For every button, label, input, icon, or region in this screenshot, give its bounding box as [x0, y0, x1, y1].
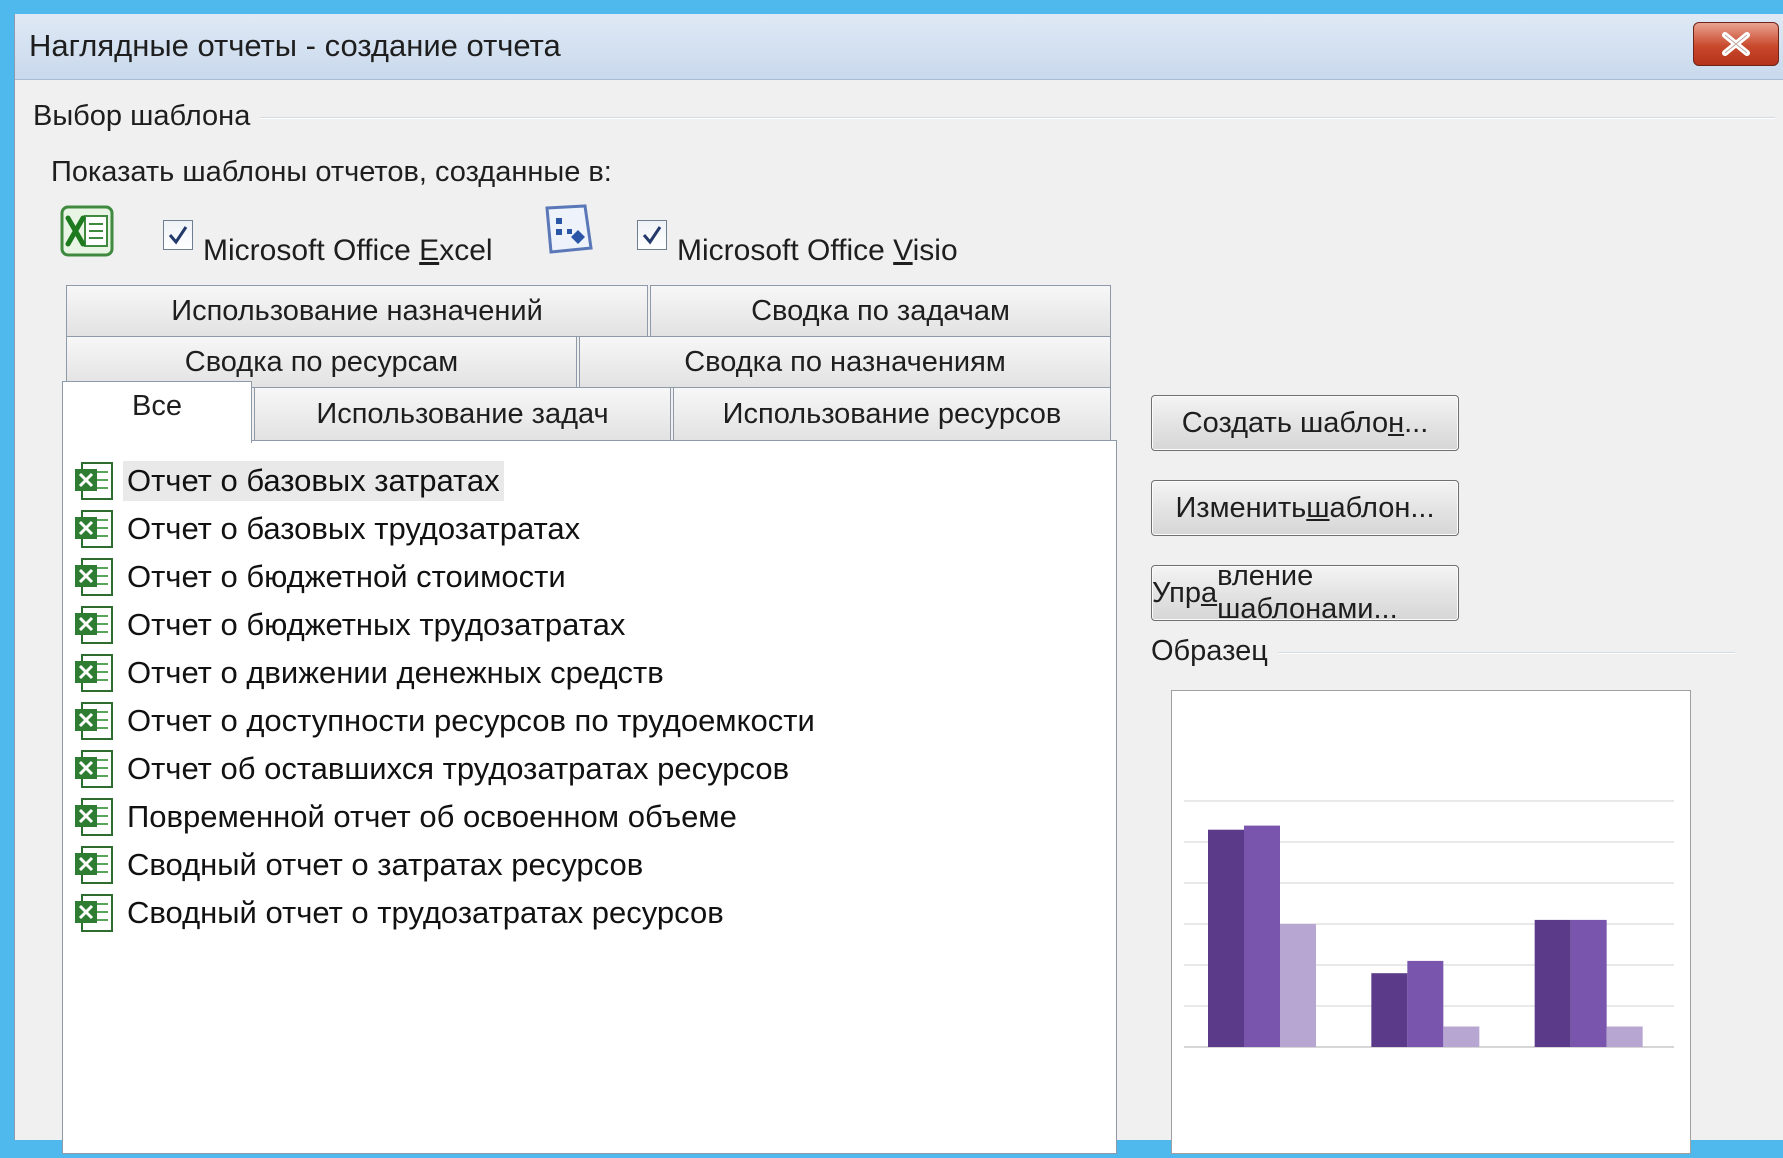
list-item[interactable]: Отчет о базовых затратах [73, 459, 504, 503]
edit-template-button[interactable]: Изменить ш аблон... [1151, 480, 1459, 536]
chart-bar [1570, 919, 1607, 1047]
chart-bar [1371, 973, 1408, 1047]
excel-file-icon [75, 846, 113, 884]
checkmark-icon [642, 226, 662, 245]
excel-file-icon [75, 750, 113, 788]
tab-resource-usage[interactable]: Использование ресурсов [673, 387, 1111, 441]
list-item[interactable]: Повременной отчет об освоенном объеме [73, 795, 741, 839]
report-name: Отчет об оставшихся трудозатратах ресурс… [127, 751, 790, 786]
list-item[interactable]: Отчет о движении денежных средств [73, 651, 668, 695]
visio-icon [545, 204, 593, 254]
excel-file-icon [75, 654, 113, 692]
excel-file-icon [75, 558, 113, 596]
excel-checkbox[interactable] [163, 220, 193, 250]
close-icon [1722, 32, 1750, 56]
list-item[interactable]: Отчет об оставшихся трудозатратах ресурс… [73, 747, 793, 791]
preview-pane [1171, 690, 1691, 1154]
report-name: Повременной отчет об освоенном объеме [127, 799, 737, 834]
chart-bar [1280, 924, 1316, 1047]
tab-assignment-summary[interactable]: Сводка по назначениям [579, 336, 1111, 388]
sample-chart [1184, 800, 1674, 1048]
chart-bar [1407, 960, 1444, 1047]
list-item[interactable]: Отчет о базовых трудозатратах [73, 507, 584, 551]
report-name: Отчет о бюджетных трудозатратах [127, 607, 626, 642]
excel-icon [60, 205, 114, 257]
visio-checkbox[interactable] [637, 220, 667, 250]
manage-templates-button[interactable]: Упр а вление шаблонами... [1151, 560, 1459, 625]
report-name: Отчет о доступности ресурсов по трудоемк… [127, 703, 815, 738]
report-name: Сводный отчет о затратах ресурсов [127, 847, 644, 882]
list-item[interactable]: Отчет о бюджетной стоимости [73, 555, 570, 599]
list-item[interactable]: Отчет о бюджетных трудозатратах [73, 603, 629, 647]
close-button[interactable] [1693, 22, 1779, 66]
tab-task-summary[interactable]: Сводка по задачам [650, 285, 1111, 337]
list-item[interactable]: Сводный отчет о трудозатратах ресурсов [73, 891, 728, 935]
chart-bar [1443, 1026, 1480, 1047]
show-templates-label: Показать шаблоны отчетов, созданные в: [51, 156, 612, 188]
report-name: Отчет о бюджетной стоимости [127, 559, 566, 594]
checkmark-icon [168, 226, 188, 245]
chart-bar [1244, 825, 1280, 1047]
report-name: Отчет о движении денежных средств [127, 655, 664, 690]
template-group-divider [215, 117, 1775, 119]
window-title: Наглядные отчеты - создание отчета [29, 28, 561, 63]
excel-file-icon [75, 510, 113, 548]
excel-file-icon [75, 462, 113, 500]
create-template-button[interactable]: Создать шабло н... [1151, 395, 1459, 451]
tab-assignment-usage[interactable]: Использование назначений [66, 285, 648, 337]
chart-bar [1534, 919, 1571, 1047]
excel-file-icon [75, 894, 113, 932]
list-item[interactable]: Отчет о доступности ресурсов по трудоемк… [73, 699, 819, 743]
chart-bar [1606, 1026, 1643, 1047]
report-name: Отчет о базовых затратах [123, 461, 504, 501]
excel-checkbox-label[interactable]: Microsoft Office Excel [203, 234, 493, 268]
report-template-list[interactable]: Отчет о базовых затратах Отчет о базовых… [62, 440, 1117, 1154]
title-bar[interactable]: Наглядные отчеты - создание отчета [15, 14, 1783, 80]
list-item[interactable]: Сводный отчет о затратах ресурсов [73, 843, 647, 887]
preview-group-divider [1275, 652, 1735, 654]
preview-group-label: Образец [1151, 635, 1278, 668]
chart-bar [1208, 829, 1244, 1047]
excel-file-icon [75, 606, 113, 644]
visio-checkbox-label[interactable]: Microsoft Office Visio [677, 234, 958, 268]
report-name: Отчет о базовых трудозатратах [127, 511, 581, 546]
template-group-label: Выбор шаблона [33, 100, 261, 133]
report-name: Сводный отчет о трудозатратах ресурсов [127, 895, 724, 930]
tab-all[interactable]: Все [62, 381, 252, 443]
report-dialog: Наглядные отчеты - создание отчета Выбор… [14, 14, 1783, 1154]
excel-file-icon [75, 798, 113, 836]
excel-file-icon [75, 702, 113, 740]
tab-task-usage[interactable]: Использование задач [254, 387, 671, 441]
